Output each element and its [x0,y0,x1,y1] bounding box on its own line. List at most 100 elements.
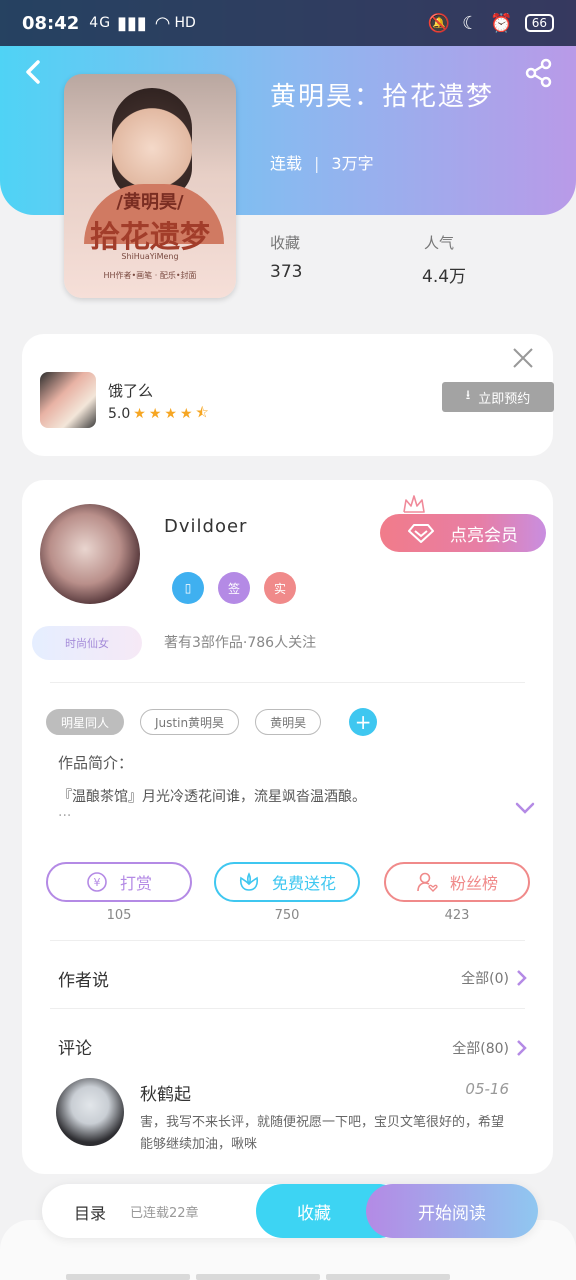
wifi-icon: ◠ [154,12,171,34]
ad-rating-value: 5.0 [108,406,131,422]
reward-count: 105 [106,908,132,923]
start-reading-label: 开始阅读 [418,1203,486,1224]
comments-link-label: 全部(80) [452,1041,509,1057]
author-says-all-link[interactable]: 全部(0) [461,968,527,988]
crown-icon [403,495,425,513]
flower-icon [239,872,259,891]
author-title-tag: 时尚仙女 [32,626,142,660]
meta-separator: | [314,154,320,173]
fan-ranking-button[interactable]: 粉丝榜 [384,862,530,902]
start-reading-button[interactable]: 开始阅读 [366,1184,538,1238]
moon-icon: ☾ [462,12,479,34]
bottom-action-bar: 目录 已连载22章 收藏 开始阅读 [42,1184,538,1238]
chevron-down-icon[interactable] [514,800,536,816]
book-tags: 明星同人 Justin黄明昊 黄明昊 + [46,708,378,736]
divider [50,940,525,941]
chapter-progress: 已连载22章 [130,1206,199,1221]
toc-button[interactable]: 目录 [74,1200,106,1224]
book-cover[interactable]: /黄明昊/ 拾花遗梦 ShiHuaYiMeng HH作者•画笔 · 配乐•封面 [64,74,236,298]
tag-item[interactable]: 黄明昊 [255,709,322,735]
signal-bars-icon: ▮▮▮ [117,12,147,34]
cover-footer: HH作者•画笔 · 配乐•封面 [103,271,197,280]
comment-text: 害，我写不来长评，就随便祝愿一下吧，宝贝文笔很好的，希望能够继续加油，啾咪 [140,1115,505,1152]
yen-icon: ¥ [87,872,107,892]
comments-title: 评论 [58,1039,92,1059]
bottom-placeholder-lines [66,1274,450,1280]
ad-reserve-button[interactable]: ⭳ 立即预约 [442,382,554,412]
signal-icon: 4G [89,15,112,31]
ad-name: 饿了么 [108,382,154,400]
intro-ellipsis: ... [58,804,72,820]
placeholder-line [196,1274,320,1280]
cover-subtitle: ShiHuaYiMeng [121,252,179,261]
half-star-icon: ⯪ [195,405,209,421]
book-meta: 连载 | 3万字 [270,150,374,174]
send-flower-label: 免费送花 [271,874,336,893]
book-status: 连载 [270,154,303,173]
star-icon: ★ [179,406,193,422]
chevron-right-icon [517,970,527,986]
book-title: 黄明昊：拾花遗梦 [270,82,495,112]
mute-icon: 🔕 [427,12,451,34]
fan-count: 423 [444,908,470,923]
user-heart-icon [417,872,438,892]
real-name-badge: 实 [264,572,296,604]
author-badges: ▯ 签 实 [172,572,296,604]
popularity-label: 人气 [424,234,455,252]
close-icon[interactable] [511,346,535,370]
download-icon: ⭳ [465,388,471,403]
vip-button-label: 点亮会员 [450,525,518,546]
author-says-link-label: 全部(0) [461,971,509,987]
star-icon: ★ [164,406,177,422]
author-says-title: 作者说 [58,971,109,991]
author-card: Dvildoer 点亮会员 ▯ 签 实 时尚仙女 著有3部作品·786人关注 明… [22,480,553,1174]
placeholder-line [326,1274,450,1280]
cover-portrait [112,88,192,198]
back-icon[interactable] [20,58,48,86]
tag-item[interactable]: 明星同人 [46,709,125,735]
fan-ranking-label: 粉丝榜 [449,874,498,893]
phone-badge-icon: ▯ [172,572,204,604]
tag-item[interactable]: Justin黄明昊 [140,709,240,735]
ad-card[interactable]: 饿了么 5.0 ★ ★ ★ ★ ⯪ ⭳ 立即预约 [22,334,554,456]
vip-button[interactable]: 点亮会员 [380,514,546,552]
author-stats: 著有3部作品·786人关注 [164,635,317,651]
add-tag-button[interactable]: + [349,708,378,736]
author-name[interactable]: Dvildoer [164,516,247,537]
status-time: 08:42 [22,12,80,34]
star-icon: ★ [133,406,146,422]
send-flower-button[interactable]: 免费送花 [214,862,360,902]
author-avatar[interactable] [40,504,140,604]
hd-label: HD [174,15,196,31]
collect-value: 373 [270,262,303,282]
commenter-name[interactable]: 秋鹤起 [140,1080,191,1105]
ad-thumbnail [40,372,96,428]
chevron-right-icon [517,1040,527,1056]
diamond-icon [408,524,434,543]
intro-text: 『温酿茶馆』月光冷透花间谁，流星飒沓温酒酿。 [58,789,366,805]
sign-badge: 签 [218,572,250,604]
collect-label: 收藏 [270,234,301,252]
reward-button[interactable]: ¥ 打赏 [46,862,192,902]
star-icon: ★ [148,406,162,422]
commenter-avatar[interactable] [56,1078,124,1146]
reward-label: 打赏 [119,874,152,893]
svg-text:¥: ¥ [93,876,100,889]
ad-rating: 5.0 ★ ★ ★ ★ ⯪ [108,402,209,426]
comments-all-link[interactable]: 全部(80) [452,1038,527,1058]
placeholder-line [66,1274,190,1280]
status-bar: 08:42 4G ▮▮▮ ◠ HD 🔕 ☾ ⏰ 66 [0,0,576,46]
cover-title-main: 拾花遗梦 [90,220,210,255]
collect-button-label: 收藏 [297,1203,331,1224]
battery-indicator: 66 [524,14,554,32]
book-word-count: 3万字 [331,154,374,173]
alarm-icon: ⏰ [490,12,513,34]
divider [50,1008,525,1009]
divider [50,682,525,683]
flower-count: 750 [274,908,300,923]
comment-date: 05-16 [465,1080,509,1098]
ad-button-label: 立即预约 [478,391,531,407]
cover-title-top: /黄明昊/ [116,192,184,213]
share-icon[interactable] [524,58,554,88]
popularity-value: 4.4万 [422,267,467,287]
